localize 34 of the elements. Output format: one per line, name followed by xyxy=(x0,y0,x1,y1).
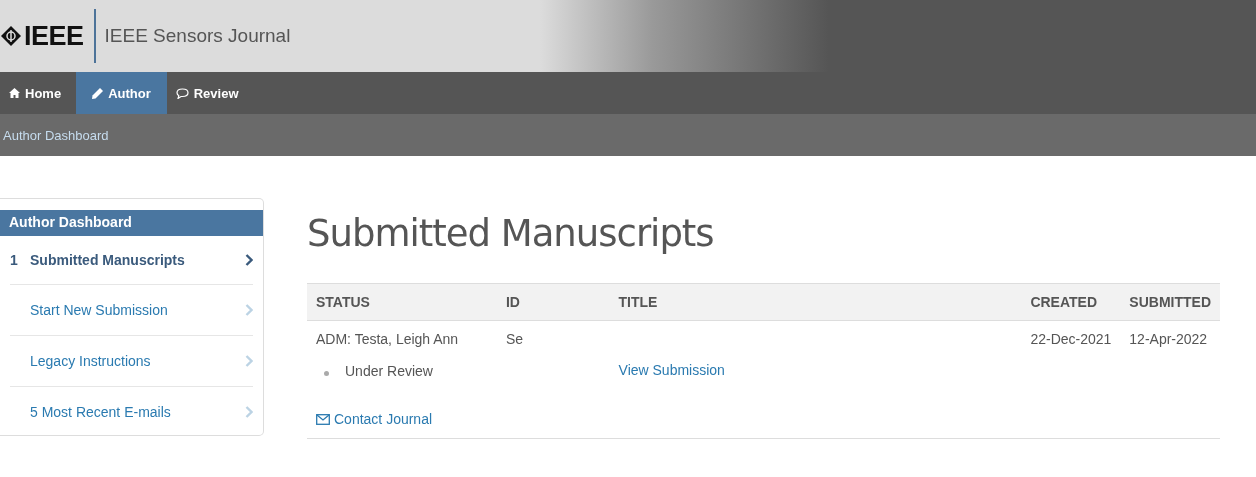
column-header: TITLE xyxy=(609,283,1022,321)
nav-tab[interactable]: Author xyxy=(76,72,167,114)
column-header: SUBMITTED xyxy=(1120,283,1220,321)
view-submission-link[interactable]: View Submission xyxy=(618,362,725,378)
status-item: Under Review xyxy=(345,363,433,379)
bullet-icon xyxy=(324,371,329,376)
chevron-right-icon xyxy=(245,304,253,316)
sidebar-item[interactable]: Legacy Instructions xyxy=(10,336,253,387)
sidebar-item[interactable]: 5 Most Recent E-mails xyxy=(10,387,253,437)
brand-logo-text: IEEE xyxy=(24,20,84,52)
nav-tab[interactable]: Home xyxy=(0,72,77,114)
speech-bubble-icon xyxy=(175,87,189,99)
nav-tab[interactable]: Review xyxy=(166,72,254,114)
chevron-right-icon xyxy=(245,355,253,367)
journal-name: IEEE Sensors Journal xyxy=(104,25,291,47)
sidebar-item[interactable]: 1 Submitted Manuscripts xyxy=(10,236,253,285)
home-icon xyxy=(9,88,20,98)
diamond-logo-icon xyxy=(0,25,22,47)
chevron-right-icon xyxy=(245,406,253,418)
pencil-icon xyxy=(92,87,104,99)
chevron-right-icon xyxy=(245,254,253,266)
column-header: STATUS xyxy=(307,283,497,321)
table-cell: 12-Apr-2022 xyxy=(1129,331,1208,347)
column-header: ID xyxy=(496,283,610,321)
envelope-icon xyxy=(316,413,330,425)
page-title: Submitted Manuscripts xyxy=(307,212,715,255)
sidebar-item[interactable]: Start New Submission xyxy=(10,285,253,336)
sidebar-title: Author Dashboard xyxy=(0,210,263,236)
table-cell: 22-Dec-2021 xyxy=(1030,331,1112,347)
contact-journal-link[interactable]: Contact Journal xyxy=(316,411,488,427)
table-cell: Se xyxy=(505,331,523,347)
column-header: CREATED xyxy=(1021,283,1121,321)
breadcrumb-link[interactable]: Author Dashboard xyxy=(3,127,109,143)
status-text: ADM: Testa, Leigh Ann xyxy=(316,331,460,347)
